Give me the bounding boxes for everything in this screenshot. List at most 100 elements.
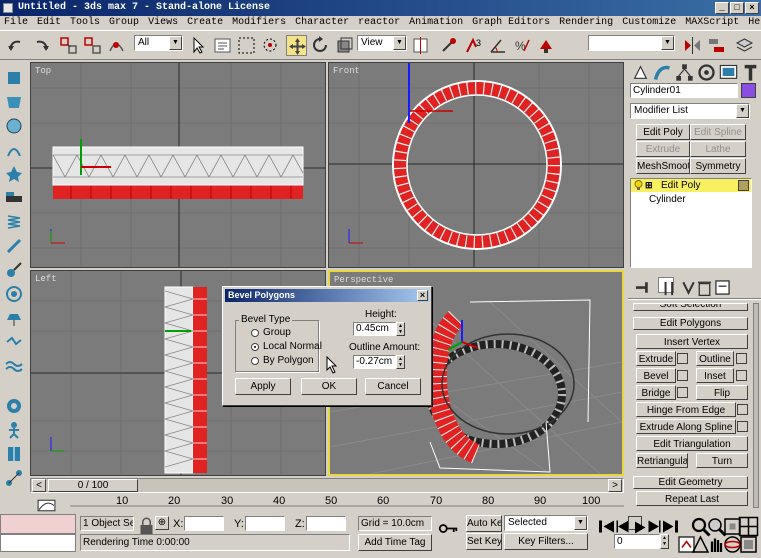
height-spinner[interactable]: ▲ ▼ [396, 322, 405, 336]
field-of-view-icon[interactable] [690, 534, 710, 553]
modify-tab-icon[interactable] [652, 62, 670, 80]
menu-tools[interactable]: Tools [70, 16, 100, 30]
maximize-button[interactable]: □ [730, 2, 744, 14]
time-configuration-icon[interactable] [676, 534, 695, 553]
rectangular-selection-icon[interactable] [236, 35, 257, 56]
configure-modifier-sets-icon[interactable] [712, 277, 730, 295]
viewport-front[interactable]: Front [328, 62, 624, 268]
pan-icon[interactable] [706, 534, 723, 552]
extrude-along-spline-settings-icon[interactable] [737, 421, 748, 432]
point-to-point-icon[interactable] [4, 468, 24, 488]
radio-by-polygon-label[interactable]: By Polygon [263, 355, 314, 366]
radio-group[interactable] [251, 329, 259, 337]
hinge-settings-icon[interactable] [737, 404, 748, 415]
menu-reactor[interactable]: reactor [358, 16, 400, 30]
extrude-settings-icon[interactable] [677, 353, 688, 364]
repeat-last-button[interactable]: Repeat Last [636, 491, 748, 506]
angle-snap-icon[interactable] [488, 35, 509, 56]
hinge-from-edge-button[interactable]: Hinge From Edge [636, 402, 736, 417]
deforming-mesh-icon[interactable] [4, 164, 24, 184]
time-slider-next-icon[interactable]: > [608, 479, 622, 492]
previous-frame-icon[interactable] [612, 516, 629, 533]
arc-rotate-icon[interactable] [722, 534, 741, 553]
soft-body-icon[interactable] [4, 116, 24, 136]
menu-maxscript[interactable]: MAXScript [685, 16, 739, 30]
auto-key-button[interactable]: Auto Key [466, 515, 502, 532]
symmetry-button[interactable]: Symmetry [690, 158, 746, 174]
z-coordinate-field[interactable] [306, 516, 346, 531]
mirror-icon[interactable] [682, 35, 703, 56]
select-manipulate-icon[interactable] [438, 35, 459, 56]
go-to-start-icon[interactable] [596, 516, 614, 533]
go-to-end-icon[interactable] [660, 516, 678, 533]
lightbulb-icon[interactable] [634, 180, 643, 191]
expand-icon[interactable]: ⊞ [645, 179, 653, 191]
named-selection-dropdown[interactable]: ▼ [588, 35, 675, 51]
menu-create[interactable]: Create [187, 16, 223, 30]
retriangulate-button[interactable]: Retriangulate [636, 453, 688, 468]
time-slider-thumb[interactable]: 0 / 100 [48, 479, 138, 492]
maximize-viewport-icon[interactable] [738, 534, 757, 553]
radio-local-normal[interactable] [251, 343, 259, 351]
insert-vertex-button[interactable]: Insert Vertex [636, 334, 748, 349]
menu-customize[interactable]: Customize [622, 16, 676, 30]
menu-animation[interactable]: Animation [409, 16, 463, 30]
utilities-tab-icon[interactable] [740, 62, 758, 81]
key-filters-button[interactable]: Key Filters... [504, 533, 588, 550]
toy-car-icon[interactable] [4, 308, 24, 328]
play-icon[interactable] [628, 516, 646, 534]
menu-help[interactable]: Help [748, 16, 761, 30]
modifier-list-dropdown[interactable]: Modifier List ▼ [630, 103, 750, 119]
edit-geometry-rollout[interactable]: Edit Geometry [633, 476, 748, 489]
zoom-all-icon[interactable] [706, 516, 727, 537]
x-coordinate-field[interactable] [184, 516, 224, 531]
meshsmooth-button[interactable]: MeshSmooth [636, 158, 690, 174]
stack-item-toggle-icon[interactable] [738, 180, 749, 191]
outline-button[interactable]: Outline [696, 351, 734, 366]
add-time-tag-button[interactable]: Add Time Tag [358, 534, 432, 551]
redo-icon[interactable] [30, 35, 51, 56]
stack-item-edit-poly[interactable]: ⊞ Edit Poly [631, 179, 751, 192]
rope-icon[interactable] [4, 140, 24, 160]
layer-manager-icon[interactable] [734, 35, 755, 56]
mini-curve-editor-icon[interactable] [36, 495, 56, 512]
current-frame-spinner[interactable]: ▲ ▼ [660, 534, 669, 549]
ok-button[interactable]: OK [301, 378, 357, 395]
spring-icon[interactable] [4, 212, 24, 232]
key-mode-dropdown[interactable]: Selected ▼ [504, 515, 588, 531]
set-key-button[interactable]: Set Key [466, 533, 502, 550]
menu-rendering[interactable]: Rendering [559, 16, 613, 30]
bevel-button[interactable]: Bevel [636, 368, 676, 383]
flip-button[interactable]: Flip [696, 385, 748, 400]
stack-item-cylinder[interactable]: Cylinder [649, 193, 686, 206]
plane-icon[interactable] [4, 188, 24, 208]
select-object-icon[interactable] [188, 35, 209, 56]
reference-coordinate-dropdown[interactable]: View ▼ [357, 35, 407, 51]
unlink-icon[interactable] [82, 35, 103, 56]
time-slider[interactable]: < 0 / 100 > [30, 478, 624, 493]
inset-button[interactable]: Inset [696, 368, 734, 383]
rotate-icon[interactable] [310, 35, 331, 56]
select-link-icon[interactable] [58, 35, 79, 56]
radio-group-label[interactable]: Group [263, 327, 291, 338]
viewport-top[interactable]: Top [30, 62, 326, 268]
zoom-extents-all-icon[interactable] [738, 516, 759, 537]
make-unique-icon[interactable] [678, 277, 695, 295]
create-tab-icon[interactable] [630, 62, 648, 79]
command-panel-scrollbar[interactable] [753, 303, 759, 508]
y-coordinate-field[interactable] [245, 516, 285, 531]
bridge-button[interactable]: Bridge [636, 385, 676, 400]
next-frame-icon[interactable] [644, 516, 661, 533]
display-tab-icon[interactable] [718, 62, 738, 79]
pin-stack-icon[interactable] [632, 277, 648, 293]
extrude-button[interactable]: Extrude [636, 351, 676, 366]
percent-snap-icon[interactable]: % [512, 35, 533, 56]
outline-amount-spinner[interactable]: ▲ ▼ [396, 355, 405, 369]
radio-local-normal-label[interactable]: Local Normal [263, 341, 322, 352]
edit-triangulation-button[interactable]: Edit Triangulation [636, 436, 748, 451]
wind-icon[interactable] [4, 284, 24, 304]
rigid-body-icon[interactable] [4, 68, 24, 88]
menu-graph-editors[interactable]: Graph Editors [472, 16, 550, 30]
height-input[interactable]: 0.45cm [353, 322, 396, 336]
radio-by-polygon[interactable] [251, 357, 259, 365]
